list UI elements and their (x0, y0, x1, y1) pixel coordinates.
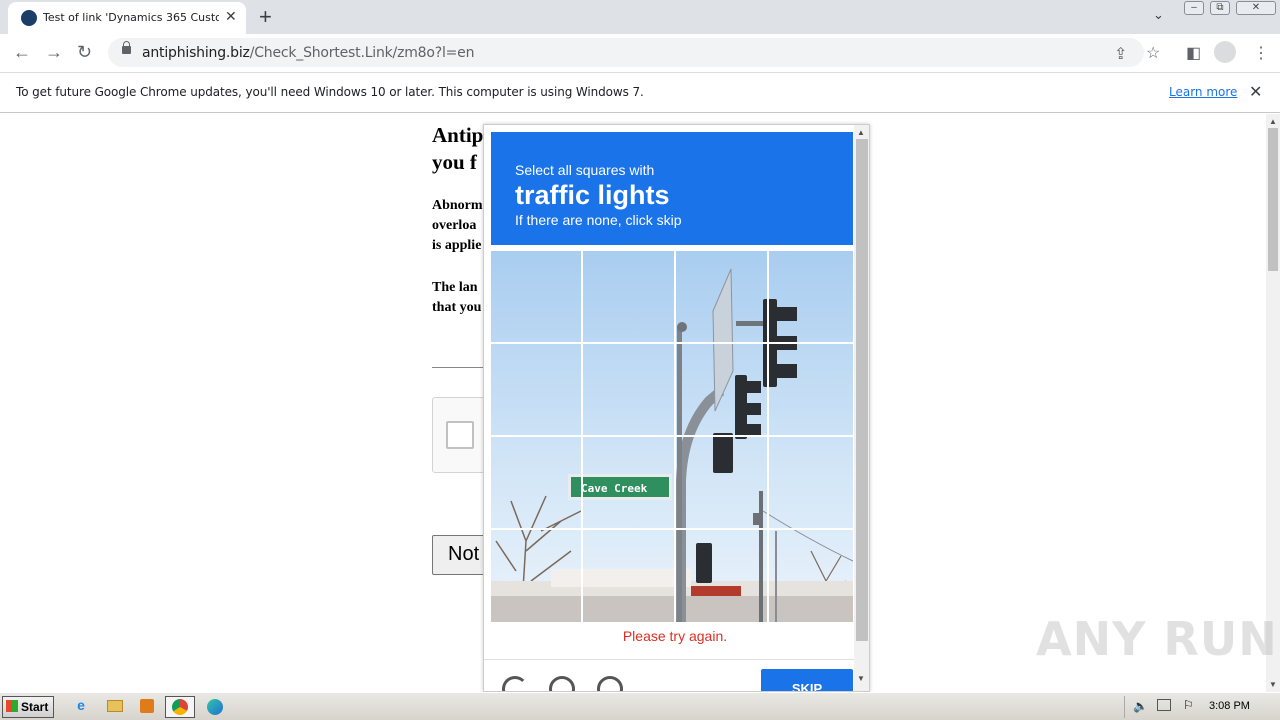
store-sign (691, 586, 741, 596)
edge-icon[interactable] (204, 697, 226, 717)
tab-title: Test of link 'Dynamics 365 Customer (43, 11, 219, 24)
street-sign-text: Cave Creek (581, 482, 648, 495)
captcha-scroll-up-icon[interactable]: ▲ (857, 128, 865, 137)
url-host: antiphishing.biz (142, 45, 250, 61)
url-text[interactable]: antiphishing.biz/Check_Shortest.Link/zm8… (142, 45, 474, 61)
audio-challenge-icon[interactable] (549, 676, 575, 691)
lock-icon[interactable] (122, 41, 131, 54)
network-icon[interactable] (1157, 699, 1171, 711)
restore-button[interactable]: ⧉ (1210, 1, 1230, 15)
update-infobar: To get future Google Chrome updates, you… (0, 72, 1280, 113)
close-window-button[interactable]: ✕ (1236, 1, 1276, 15)
captcha-scrollbar[interactable]: ▲ ▼ (854, 125, 869, 691)
infobar-close-icon[interactable]: ✕ (1249, 82, 1262, 102)
windows-logo-icon (6, 700, 18, 712)
page-scrollbar[interactable]: ▲ ▼ (1266, 114, 1280, 692)
clock[interactable]: 3:08 PM (1209, 700, 1250, 712)
tab-search-icon[interactable]: ⌄ (1153, 7, 1164, 23)
internet-explorer-icon[interactable]: e (70, 697, 92, 717)
building-roof (551, 569, 691, 587)
anyrun-watermark: ANY RUN (1036, 612, 1278, 666)
minimize-button[interactable]: – (1184, 1, 1204, 15)
light-pole (677, 326, 682, 622)
url-path: /Check_Shortest.Link/zm8o?l=en (249, 45, 475, 61)
browser-toolbar: ← → ↻ antiphishing.biz/Check_Shortest.Li… (0, 34, 1280, 72)
share-icon[interactable]: ⇪ (1114, 44, 1127, 64)
chrome-taskbar-icon[interactable] (165, 696, 195, 718)
learn-more-link[interactable]: Learn more (1169, 85, 1237, 99)
recaptcha-checkbox[interactable] (446, 421, 474, 449)
tab-strip: Test of link 'Dynamics 365 Customer ✕ + … (0, 0, 1280, 34)
start-button[interactable]: Start (2, 696, 54, 718)
captcha-subinstruction: If there are none, click skip (515, 212, 682, 228)
browser-tab[interactable]: Test of link 'Dynamics 365 Customer ✕ (8, 2, 246, 34)
captcha-instruction: Select all squares with (515, 162, 655, 178)
forward-icon[interactable]: → (45, 42, 63, 63)
page-scroll-thumb[interactable] (1268, 128, 1278, 271)
profile-avatar-icon[interactable] (1214, 41, 1236, 63)
media-player-icon[interactable] (136, 697, 158, 717)
speaker-icon[interactable]: 🔈 (1133, 699, 1148, 713)
captcha-error-message: Please try again. (622, 628, 728, 644)
menu-kebab-icon[interactable]: ⋮ (1253, 43, 1269, 63)
scroll-up-icon[interactable]: ▲ (1269, 117, 1277, 126)
side-panel-icon[interactable]: ◧ (1186, 43, 1201, 63)
reload-icon[interactable]: ↻ (77, 42, 92, 63)
start-label: Start (21, 700, 49, 714)
captcha-header: Select all squares with traffic lights I… (491, 132, 853, 245)
back-icon[interactable]: ← (13, 42, 31, 63)
captcha-scroll-down-icon[interactable]: ▼ (857, 674, 865, 683)
file-explorer-icon[interactable] (104, 697, 126, 717)
scroll-down-icon[interactable]: ▼ (1269, 680, 1277, 689)
captcha-image-grid[interactable]: Cave Creek (491, 251, 853, 622)
taskbar: Start e 🔈 ⚐ 3:08 PM (0, 692, 1280, 720)
info-icon[interactable] (597, 676, 623, 691)
reload-challenge-icon[interactable] (502, 676, 528, 691)
skip-button[interactable]: SKIP (761, 669, 853, 691)
bookmark-star-icon[interactable]: ☆ (1146, 43, 1160, 63)
infobar-message: To get future Google Chrome updates, you… (16, 85, 644, 99)
action-center-flag-icon[interactable]: ⚐ (1183, 698, 1194, 712)
captcha-target: traffic lights (515, 180, 670, 210)
tab-close-icon[interactable]: ✕ (225, 8, 237, 25)
address-bar[interactable]: antiphishing.biz/Check_Shortest.Link/zm8… (108, 38, 1144, 67)
captcha-divider (484, 659, 854, 660)
captcha-scroll-thumb[interactable] (856, 139, 868, 641)
system-tray: 🔈 ⚐ 3:08 PM (1124, 696, 1278, 718)
captcha-challenge: Select all squares with traffic lights I… (483, 124, 870, 692)
lock-favicon-icon (21, 10, 37, 26)
new-tab-icon[interactable]: + (259, 4, 272, 30)
